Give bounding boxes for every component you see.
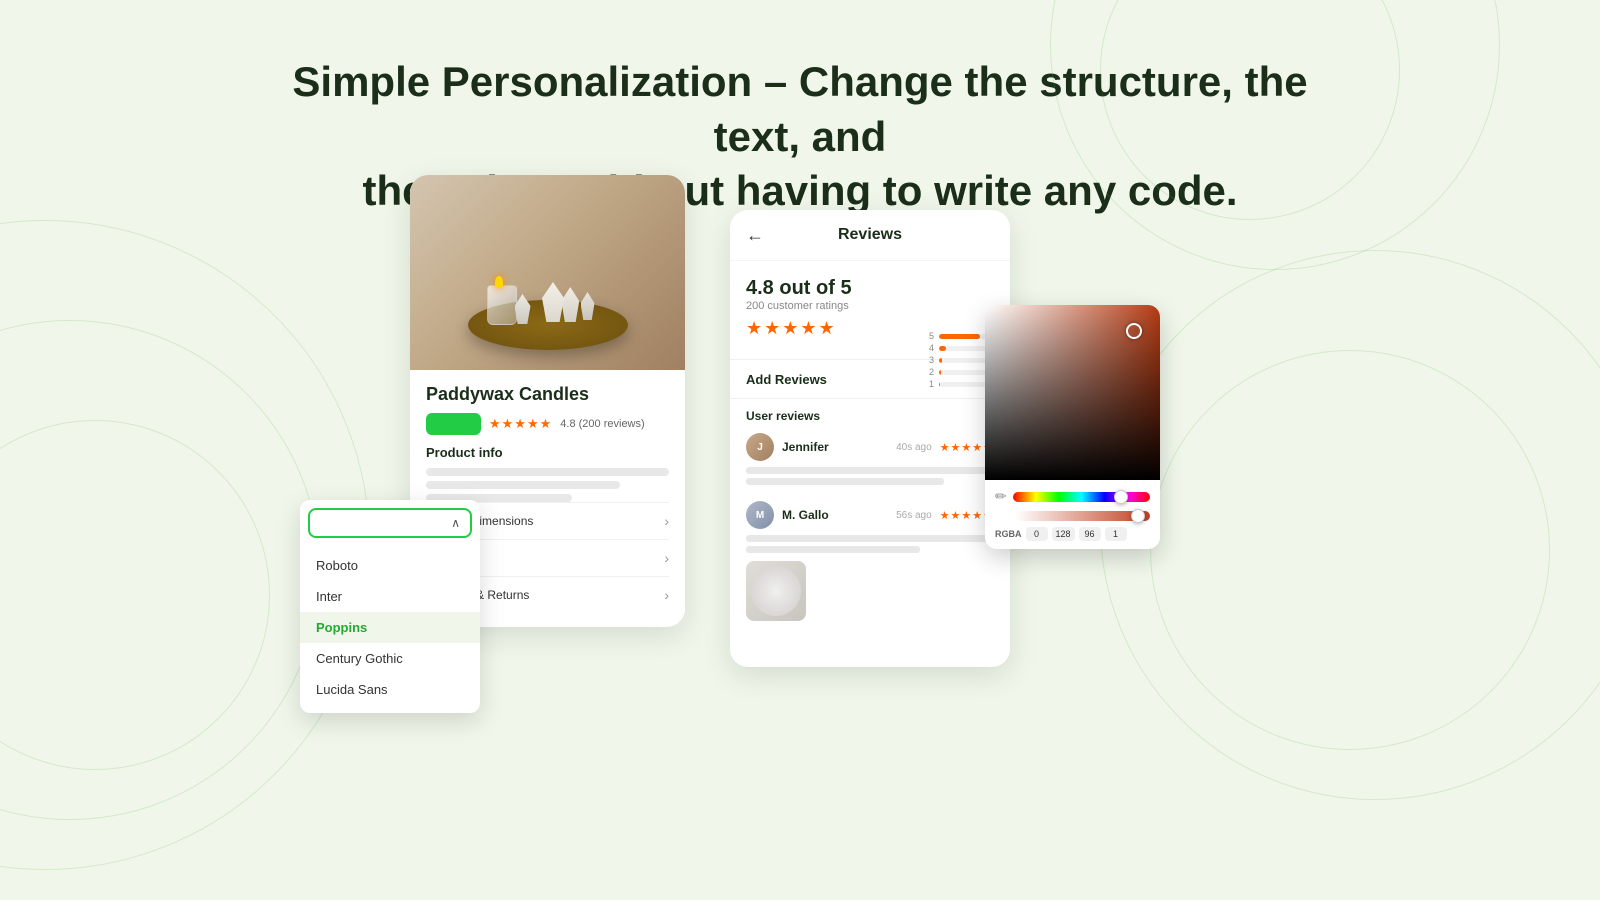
rgba-label: RGBA — [995, 529, 1022, 539]
review-image — [746, 561, 806, 621]
reviewer-time-mgallo: 56s ago — [896, 510, 932, 521]
hue-track[interactable] — [1013, 492, 1150, 502]
rgba-g[interactable]: 128 — [1052, 527, 1075, 541]
hue-thumb[interactable] — [1114, 490, 1128, 504]
color-gradient[interactable] — [985, 305, 1160, 480]
chevron-right-icon: › — [664, 587, 669, 603]
color-controls: ✏ RGBA 0 128 96 1 — [985, 480, 1160, 549]
review-line-1 — [746, 467, 994, 474]
font-select-input[interactable]: ∧ — [308, 508, 472, 538]
product-title: Paddywax Candles — [426, 384, 669, 405]
rgba-b[interactable]: 96 — [1079, 527, 1101, 541]
rgba-inputs: RGBA 0 128 96 1 — [995, 527, 1150, 541]
reviewer-avatar-mgallo: M — [746, 501, 774, 529]
crystal-1 — [561, 287, 579, 322]
reviews-title: Reviews — [838, 226, 902, 244]
product-rating-row: ★★★★★ 4.8 (200 reviews) — [426, 413, 669, 435]
product-image — [410, 175, 685, 370]
product-rating-text: 4.8 (200 reviews) — [560, 418, 644, 430]
review-line-3 — [746, 535, 994, 542]
chevron-right-icon: › — [664, 513, 669, 529]
opacity-slider-row — [995, 511, 1150, 521]
color-handle[interactable] — [1126, 323, 1142, 339]
color-picker[interactable]: ✏ RGBA 0 128 96 1 — [985, 305, 1160, 549]
reviewer-time-jennifer: 40s ago — [896, 442, 932, 453]
reviews-card: ← Reviews 4.8 out of 5 200 customer rati… — [730, 210, 1010, 667]
user-reviews-title: User reviews — [746, 409, 994, 423]
product-description — [426, 468, 669, 502]
review-image-inner — [751, 566, 801, 616]
text-line-1 — [426, 468, 669, 476]
rgba-r[interactable]: 0 — [1026, 527, 1048, 541]
reviewer-avatar-jennifer: J — [746, 433, 774, 461]
review-item-jennifer: J Jennifer 40s ago ★★★★★ — [746, 433, 994, 485]
opacity-thumb[interactable] — [1131, 509, 1145, 523]
product-stars: ★★★★★ — [489, 416, 552, 432]
reviews-header: ← Reviews — [730, 210, 1010, 261]
add-reviews-label: Add Reviews — [746, 372, 827, 387]
chevron-right-icon: › — [664, 550, 669, 566]
reviewer-name-jennifer: Jennifer — [782, 440, 888, 454]
opacity-track[interactable] — [1015, 511, 1150, 521]
font-option-century-gothic[interactable]: Century Gothic — [300, 643, 480, 674]
rgba-a[interactable]: 1 — [1105, 527, 1127, 541]
review-item-mgallo: M M. Gallo 56s ago ★★★★★ — [746, 501, 994, 621]
back-button[interactable]: ← — [746, 225, 764, 246]
font-option-roboto[interactable]: Roboto — [300, 550, 480, 581]
chevron-up-icon: ∧ — [451, 516, 460, 530]
product-info-label: Product info — [426, 445, 669, 460]
review-line-2 — [746, 478, 944, 485]
rating-big: 4.8 out of 5 — [746, 277, 994, 300]
font-option-poppins[interactable]: Poppins — [300, 612, 480, 643]
edit-icon: ✏ — [995, 488, 1007, 505]
user-reviews-section: User reviews J Jennifer 40s ago ★★★★★ M … — [730, 399, 1010, 647]
review-line-4 — [746, 546, 920, 553]
font-option-inter[interactable]: Inter — [300, 581, 480, 612]
font-dropdown[interactable]: ∧ Roboto Inter Poppins Century Gothic Lu… — [300, 500, 480, 713]
font-option-lucida-sans[interactable]: Lucida Sans — [300, 674, 480, 705]
reviews-summary: 4.8 out of 5 200 customer ratings ★★★★★ … — [730, 261, 1010, 349]
hue-slider-row: ✏ — [995, 488, 1150, 505]
customer-count: 200 customer ratings — [746, 300, 994, 312]
candle-jar — [487, 285, 517, 325]
text-line-2 — [426, 481, 620, 489]
reviewer-name-mgallo: M. Gallo — [782, 508, 888, 522]
font-options-list: Roboto Inter Poppins Century Gothic Luci… — [300, 546, 480, 713]
candle-flame — [495, 276, 503, 288]
add-button[interactable] — [426, 413, 481, 435]
